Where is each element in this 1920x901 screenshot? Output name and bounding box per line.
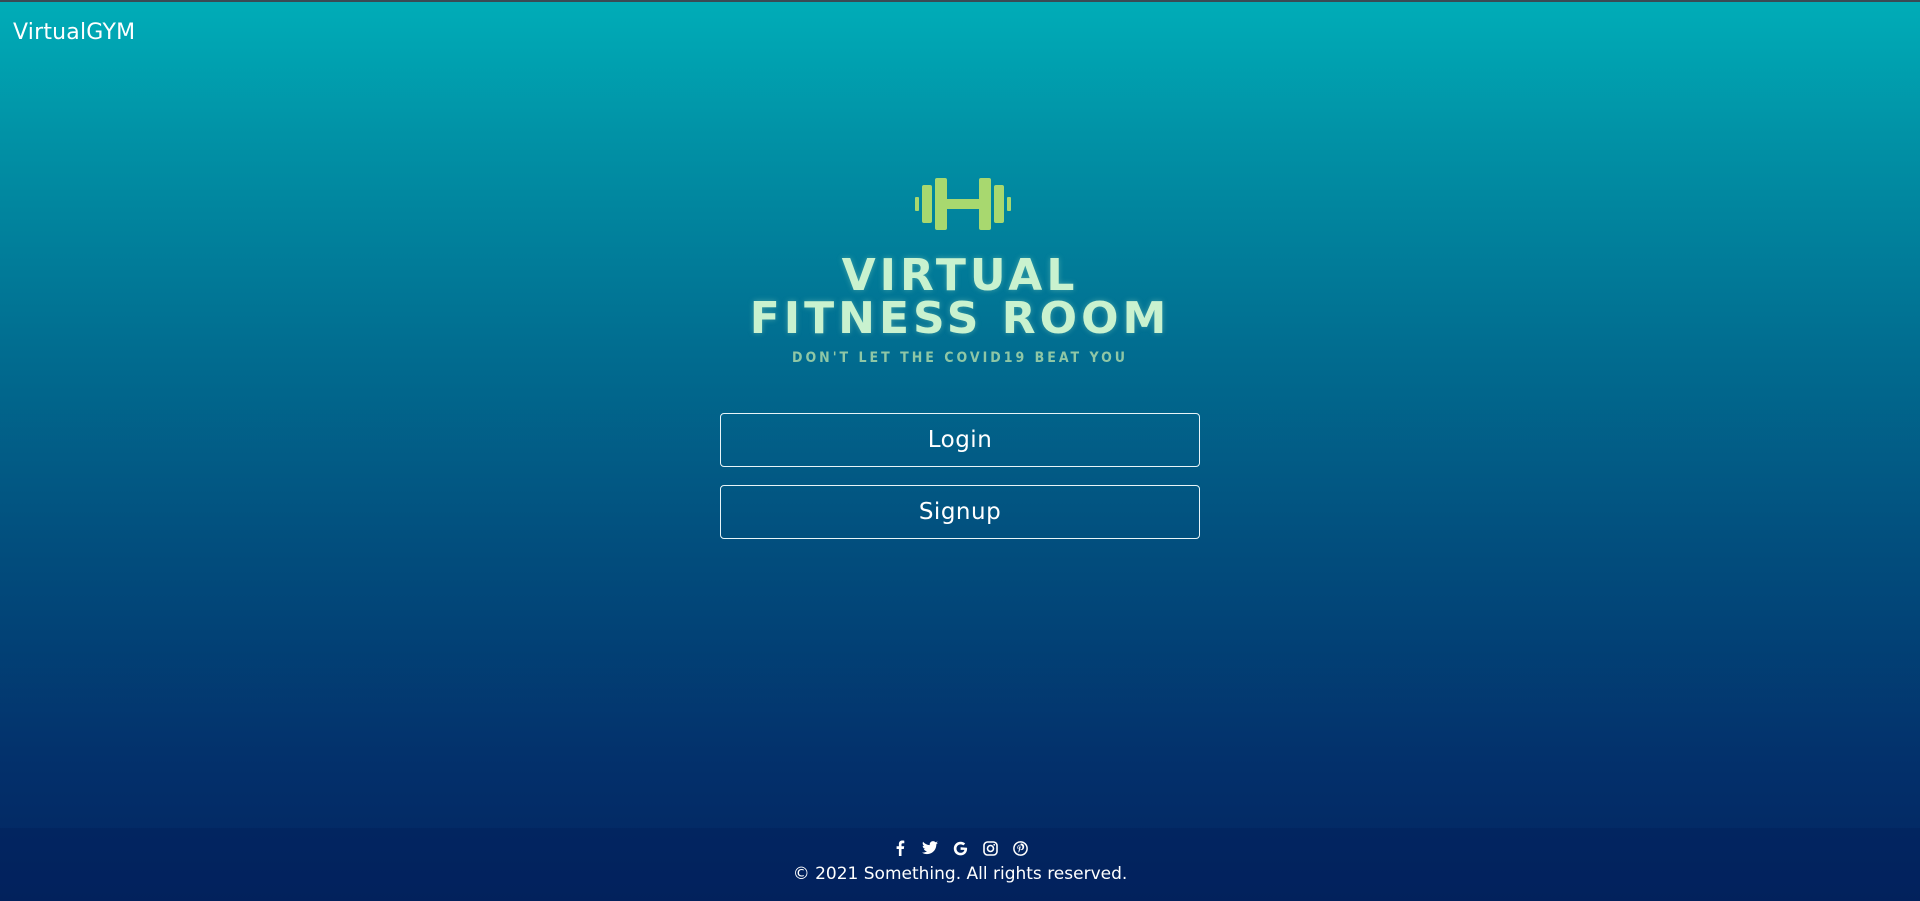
logo-tagline: DON'T LET THE COVID19 BEAT YOU [791,350,1129,366]
dumbbell-icon [915,178,1011,230]
hero-logo: VIRTUAL FITNESS ROOM DON'T LET THE COVID… [0,175,1920,375]
login-button[interactable]: Login [720,413,1200,467]
instagram-icon[interactable] [982,840,998,856]
footer: © 2021 Something. All rights reserved. [0,828,1920,901]
logo-title-line2: FITNESS ROOM [749,293,1171,344]
facebook-icon[interactable] [892,840,908,856]
google-icon[interactable] [952,840,968,856]
copyright-text: © 2021 Something. All rights reserved. [792,864,1128,884]
brand-link[interactable]: VirtualGYM [13,20,135,45]
social-links [0,840,1920,856]
signup-button[interactable]: Signup [720,485,1200,539]
top-border [0,0,1920,2]
pinterest-icon[interactable] [1012,840,1028,856]
twitter-icon[interactable] [922,840,938,856]
